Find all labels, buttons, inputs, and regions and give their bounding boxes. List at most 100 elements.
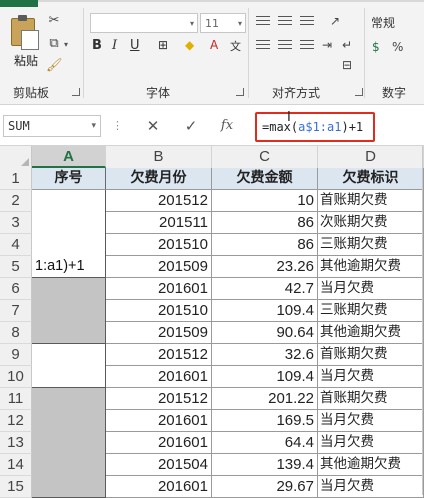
bold-button[interactable]: B [92, 38, 102, 53]
table-cell[interactable]: 三账期欠费 [318, 234, 424, 256]
table-cell[interactable]: 其他逾期欠费 [318, 322, 424, 344]
table-cell[interactable]: 10 [212, 190, 318, 212]
row-header[interactable]: 11 [0, 388, 32, 410]
table-cell[interactable]: 201601 [106, 410, 212, 432]
column-header-b[interactable]: B [106, 146, 212, 168]
font-size-box[interactable]: 11 ▾ [200, 13, 246, 33]
font-color-icon[interactable]: A [210, 38, 218, 52]
orientation-icon[interactable]: ↗ [330, 14, 340, 28]
merged-cell-a[interactable]: 1:a1)+1 [32, 190, 106, 278]
row-header[interactable]: 5 [0, 256, 32, 278]
percent-icon[interactable]: % [392, 40, 403, 54]
header-cell[interactable]: 欠费金额 [212, 168, 318, 190]
splitter-handle-icon[interactable]: ⋮ [112, 119, 123, 132]
align-center-icon[interactable] [278, 40, 292, 52]
table-cell[interactable]: 201510 [106, 234, 212, 256]
table-cell[interactable]: 139.4 [212, 454, 318, 476]
row-header[interactable]: 7 [0, 300, 32, 322]
name-box[interactable]: SUM ▾ [3, 115, 101, 137]
table-cell[interactable]: 23.26 [212, 256, 318, 278]
row-header[interactable]: 1 [0, 168, 32, 190]
table-cell[interactable]: 201601 [106, 432, 212, 454]
align-left-icon[interactable] [256, 40, 270, 52]
phonetic-icon[interactable]: 文 [230, 38, 241, 54]
row-header[interactable]: 13 [0, 432, 32, 454]
table-cell[interactable]: 201509 [106, 256, 212, 278]
table-cell[interactable]: 201601 [106, 366, 212, 388]
fill-color-icon[interactable]: ◆ [185, 38, 194, 52]
column-header-d[interactable]: D [318, 146, 424, 168]
merged-cell-a[interactable] [32, 278, 106, 344]
table-cell[interactable]: 首账期欠费 [318, 344, 424, 366]
table-cell[interactable]: 201510 [106, 300, 212, 322]
table-cell[interactable]: 首账期欠费 [318, 190, 424, 212]
table-cell[interactable]: 当月欠费 [318, 278, 424, 300]
row-header[interactable]: 2 [0, 190, 32, 212]
enter-icon[interactable]: ✓ [180, 115, 202, 137]
table-cell[interactable]: 42.7 [212, 278, 318, 300]
table-cell[interactable]: 当月欠费 [318, 432, 424, 454]
align-right-icon[interactable] [300, 40, 314, 52]
row-header[interactable]: 8 [0, 322, 32, 344]
font-name-box[interactable]: ▾ [90, 13, 198, 33]
table-cell[interactable]: 201512 [106, 344, 212, 366]
row-header[interactable]: 10 [0, 366, 32, 388]
select-all-button[interactable] [0, 146, 32, 168]
header-cell[interactable]: 序号 [32, 168, 106, 190]
row-header[interactable]: 3 [0, 212, 32, 234]
italic-button[interactable]: I [112, 38, 117, 53]
table-cell[interactable]: 201601 [106, 278, 212, 300]
font-launcher-icon[interactable] [236, 88, 244, 96]
indent-icon[interactable]: ⇥ [322, 38, 332, 52]
wrap-text-icon[interactable]: ↵ [342, 38, 352, 52]
table-cell[interactable]: 次账期欠费 [318, 212, 424, 234]
row-header[interactable]: 14 [0, 454, 32, 476]
file-tab-edge[interactable] [0, 0, 38, 7]
table-cell[interactable]: 109.4 [212, 366, 318, 388]
table-cell[interactable]: 32.6 [212, 344, 318, 366]
table-cell[interactable]: 169.5 [212, 410, 318, 432]
header-cell[interactable]: 欠费标识 [318, 168, 424, 190]
table-cell[interactable]: 201509 [106, 322, 212, 344]
row-header[interactable]: 6 [0, 278, 32, 300]
table-cell[interactable]: 三账期欠费 [318, 300, 424, 322]
paste-button[interactable]: 粘贴 [5, 12, 41, 72]
merged-cell-a[interactable] [32, 344, 106, 388]
table-cell[interactable]: 其他逾期欠费 [318, 256, 424, 278]
table-cell[interactable]: 当月欠费 [318, 366, 424, 388]
merged-cell-a[interactable] [32, 388, 106, 498]
row-header[interactable]: 9 [0, 344, 32, 366]
underline-button[interactable]: U [130, 38, 140, 53]
merge-center-icon[interactable]: ⊟ [342, 58, 352, 72]
insert-function-icon[interactable]: fx [216, 115, 238, 137]
column-header-c[interactable]: C [212, 146, 318, 168]
table-cell[interactable]: 首账期欠费 [318, 388, 424, 410]
table-cell[interactable]: 64.4 [212, 432, 318, 454]
table-cell[interactable]: 86 [212, 234, 318, 256]
align-top-icon[interactable] [256, 16, 270, 28]
formula-input[interactable]: =max(a$1:a1)+1 [255, 112, 375, 142]
copy-dropdown-icon[interactable]: ▾ [64, 40, 68, 49]
currency-icon[interactable]: $ [372, 40, 380, 54]
border-icon[interactable]: ⊞ [158, 38, 168, 52]
header-cell[interactable]: 欠费月份 [106, 168, 212, 190]
table-cell[interactable]: 86 [212, 212, 318, 234]
align-bottom-icon[interactable] [300, 16, 314, 28]
table-cell[interactable]: 201504 [106, 454, 212, 476]
row-header[interactable]: 12 [0, 410, 32, 432]
align-launcher-icon[interactable] [355, 88, 363, 96]
table-cell[interactable]: 当月欠费 [318, 410, 424, 432]
table-cell[interactable]: 201.22 [212, 388, 318, 410]
format-painter-icon[interactable]: 🖌 [46, 58, 63, 74]
cancel-icon[interactable]: ✕ [142, 115, 164, 137]
align-middle-icon[interactable] [278, 16, 292, 28]
table-cell[interactable]: 201512 [106, 190, 212, 212]
number-format-box[interactable]: 常规 [369, 13, 424, 33]
table-cell[interactable]: 109.4 [212, 300, 318, 322]
table-cell[interactable]: 其他逾期欠费 [318, 454, 424, 476]
column-header-a[interactable]: A [32, 146, 106, 168]
copy-icon[interactable]: ⧉ [46, 36, 62, 52]
table-cell[interactable]: 90.64 [212, 322, 318, 344]
table-cell[interactable]: 201511 [106, 212, 212, 234]
row-header[interactable]: 4 [0, 234, 32, 256]
